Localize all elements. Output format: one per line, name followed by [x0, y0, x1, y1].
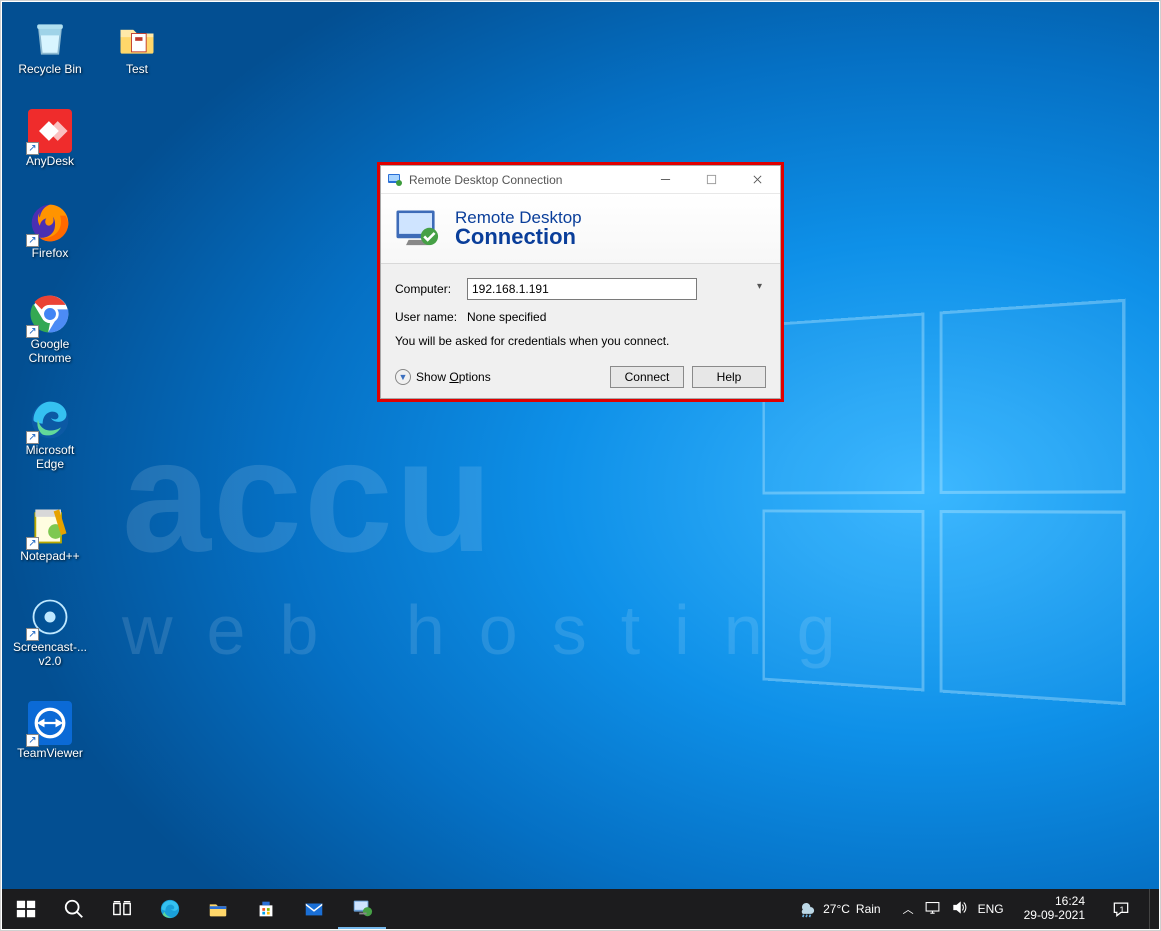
tray-overflow-icon[interactable]: ︿ [903, 901, 914, 917]
desktop-icons: Recycle Bin ↗ AnyDesk ↗ Firefox ↗ Google… [10, 17, 90, 761]
icon-label: Test [126, 63, 148, 77]
taskbar-explorer[interactable] [194, 889, 242, 929]
anydesk-icon: ↗ [28, 109, 72, 153]
show-options-text: Show Options [416, 370, 491, 384]
minimize-button[interactable] [642, 166, 688, 194]
folder-icon [115, 17, 159, 61]
desktop[interactable]: accu web hosting Recycle Bin ↗ AnyDesk ↗… [2, 2, 1159, 889]
desktop-icon-teamviewer[interactable]: ↗ TeamViewer [10, 701, 90, 761]
task-view-button[interactable] [98, 889, 146, 929]
rdc-highlight-frame: Remote Desktop Connection Remote Desktop [377, 162, 784, 402]
rdc-title-text: Remote Desktop Connection [409, 173, 642, 187]
icon-label: AnyDesk [26, 155, 74, 169]
shortcut-badge: ↗ [26, 234, 39, 247]
computer-label: Computer: [395, 282, 467, 296]
rdc-header: Remote Desktop Connection [381, 194, 780, 264]
show-desktop-button[interactable] [1149, 889, 1155, 929]
taskbar-mail[interactable] [290, 889, 338, 929]
clock-date: 29-09-2021 [1024, 909, 1085, 923]
maximize-button[interactable] [688, 166, 734, 194]
search-button[interactable] [50, 889, 98, 929]
desktop-icon-screencast[interactable]: ↗ Screencast-... v2.0 [10, 595, 90, 669]
shortcut-badge: ↗ [26, 734, 39, 747]
chevron-down-icon[interactable]: ▾ [757, 281, 762, 292]
weather-desc: Rain [856, 902, 881, 916]
icon-label: Google Chrome [10, 338, 90, 366]
desktop-icon-firefox[interactable]: ↗ Firefox [10, 201, 90, 261]
recycle-bin-icon [28, 17, 72, 61]
username-label: User name: [395, 310, 467, 324]
chevron-down-circle-icon: ▼ [395, 369, 411, 385]
close-button[interactable] [734, 166, 780, 194]
rdc-titlebar[interactable]: Remote Desktop Connection [381, 166, 780, 194]
desktop-icon-chrome[interactable]: ↗ Google Chrome [10, 292, 90, 366]
icon-label: Firefox [32, 247, 69, 261]
shortcut-badge: ↗ [26, 142, 39, 155]
tray-display-icon[interactable] [924, 899, 941, 919]
weather-icon [797, 898, 817, 921]
shortcut-badge: ↗ [26, 431, 39, 444]
taskbar[interactable]: 27°C Rain ︿ ENG 16:24 29-09-2021 1 [2, 889, 1159, 929]
desktop-icon-recycle-bin[interactable]: Recycle Bin [10, 17, 90, 77]
desktop-icon-edge[interactable]: ↗ Microsoft Edge [10, 398, 90, 472]
system-tray: ︿ ENG [897, 889, 1010, 929]
shortcut-badge: ↗ [26, 537, 39, 550]
help-button[interactable]: Help [692, 366, 766, 388]
edge-icon: ↗ [28, 398, 72, 442]
taskbar-weather[interactable]: 27°C Rain [787, 889, 891, 929]
icon-label: Screencast-... v2.0 [10, 641, 90, 669]
tray-volume-icon[interactable] [951, 899, 968, 919]
desktop-icon-test[interactable]: Test [97, 17, 177, 77]
shortcut-badge: ↗ [26, 325, 39, 338]
screencast-icon: ↗ [28, 595, 72, 639]
tray-language[interactable]: ENG [978, 902, 1004, 916]
firefox-icon: ↗ [28, 201, 72, 245]
rdc-app-icon [387, 172, 403, 188]
icon-label: TeamViewer [17, 747, 83, 761]
rdc-body: Computer: ▾ User name: None specified Yo… [381, 264, 780, 398]
icon-label: Recycle Bin [18, 63, 81, 77]
taskbar-rdc[interactable] [338, 889, 386, 929]
taskbar-store[interactable] [242, 889, 290, 929]
windows-logo-wallpaper [762, 299, 1125, 706]
rdc-head-line2: Connection [455, 224, 582, 250]
chrome-icon: ↗ [28, 292, 72, 336]
notepadpp-icon: ↗ [28, 504, 72, 548]
start-button[interactable] [2, 889, 50, 929]
taskbar-edge[interactable] [146, 889, 194, 929]
show-options-toggle[interactable]: ▼ Show Options [395, 369, 602, 385]
username-value: None specified [467, 310, 766, 324]
desktop-icon-anydesk[interactable]: ↗ AnyDesk [10, 109, 90, 169]
teamviewer-icon: ↗ [28, 701, 72, 745]
desktop-icon-notepadpp[interactable]: ↗ Notepad++ [10, 504, 90, 564]
rdc-header-icon [393, 207, 445, 251]
rdc-window[interactable]: Remote Desktop Connection Remote Desktop [380, 165, 781, 399]
credentials-hint: You will be asked for credentials when y… [395, 334, 766, 348]
clock-time: 16:24 [1055, 895, 1085, 909]
shortcut-badge: ↗ [26, 628, 39, 641]
taskbar-clock[interactable]: 16:24 29-09-2021 [1016, 895, 1093, 923]
icon-label: Microsoft Edge [10, 444, 90, 472]
computer-input[interactable] [467, 278, 697, 300]
action-center-button[interactable]: 1 [1099, 889, 1143, 929]
icon-label: Notepad++ [20, 550, 79, 564]
connect-button[interactable]: Connect [610, 366, 684, 388]
notification-badge: 1 [1119, 905, 1124, 915]
weather-temp: 27°C [823, 902, 850, 916]
